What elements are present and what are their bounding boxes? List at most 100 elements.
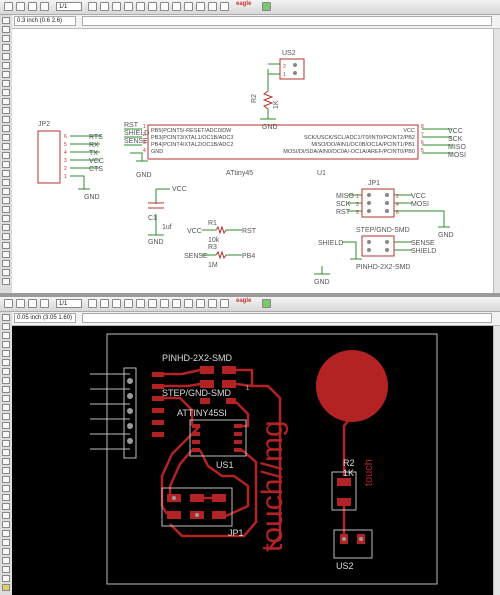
move-tool-icon[interactable]: [2, 350, 10, 357]
value-tool-icon[interactable]: [2, 161, 10, 168]
miter-tool-icon[interactable]: [2, 485, 10, 492]
save-icon[interactable]: [16, 2, 25, 11]
r1-symbol[interactable]: [215, 225, 227, 235]
touch-pad[interactable]: [316, 350, 388, 422]
add-tool-icon[interactable]: [2, 125, 10, 132]
paste-tool-icon[interactable]: [2, 107, 10, 114]
group-tool-icon[interactable]: [2, 386, 10, 393]
pinhd-symbol[interactable]: [361, 235, 395, 257]
arc-tool-icon[interactable]: [2, 233, 10, 240]
copy-tool-icon[interactable]: [2, 359, 10, 366]
jp1-symbol[interactable]: [361, 188, 395, 218]
print-icon[interactable]: [28, 299, 37, 308]
invoke-tool-icon[interactable]: [2, 197, 10, 204]
jp2-symbol[interactable]: [37, 130, 61, 184]
circle-tool-icon[interactable]: [2, 548, 10, 555]
schematic-scrollbar[interactable]: [493, 29, 500, 293]
zoom-fit-icon[interactable]: [124, 2, 133, 11]
command-line-input[interactable]: [82, 313, 492, 323]
change-tool-icon[interactable]: [2, 395, 10, 402]
stop-icon[interactable]: [208, 299, 217, 308]
name-tool-icon[interactable]: [2, 458, 10, 465]
zoom-select-icon[interactable]: [172, 299, 181, 308]
board-icon[interactable]: [88, 2, 97, 11]
wire-tool-icon[interactable]: [2, 530, 10, 537]
rotate-tool-icon[interactable]: [2, 80, 10, 87]
replace-tool-icon[interactable]: [2, 143, 10, 150]
miter-tool-icon[interactable]: [2, 179, 10, 186]
show-tool-icon[interactable]: [2, 323, 10, 330]
copy-tool-icon[interactable]: [2, 62, 10, 69]
delete-tool-icon[interactable]: [2, 413, 10, 420]
board-canvas[interactable]: PINHD-2X2-SMD STEP/GND-SMD ATTINY45SI US…: [12, 326, 494, 595]
drc-tool-icon[interactable]: [2, 584, 10, 591]
text-tool-icon[interactable]: [2, 539, 10, 546]
ripup-tool-icon[interactable]: [2, 521, 10, 528]
us2-footprint[interactable]: [333, 529, 373, 559]
group-tool-icon[interactable]: [2, 89, 10, 96]
help-icon[interactable]: [262, 2, 271, 11]
rotate-tool-icon[interactable]: [2, 377, 10, 384]
mark-tool-icon[interactable]: [2, 341, 10, 348]
pinswap-tool-icon[interactable]: [2, 134, 10, 141]
delete-tool-icon[interactable]: [2, 116, 10, 123]
junction-tool-icon[interactable]: [2, 278, 10, 285]
open-icon[interactable]: [4, 299, 13, 308]
r3-symbol[interactable]: [215, 250, 227, 260]
split-tool-icon[interactable]: [2, 494, 10, 501]
mirror-tool-icon[interactable]: [2, 368, 10, 375]
smash-tool-icon[interactable]: [2, 476, 10, 483]
script-icon[interactable]: [100, 299, 109, 308]
circle-tool-icon[interactable]: [2, 224, 10, 231]
mirror-tool-icon[interactable]: [2, 71, 10, 78]
change-tool-icon[interactable]: [2, 98, 10, 105]
cam-icon[interactable]: [40, 299, 49, 308]
add-tool-icon[interactable]: [2, 422, 10, 429]
undo-icon[interactable]: [184, 299, 193, 308]
display-tool-icon[interactable]: [2, 35, 10, 42]
pinswap-tool-icon[interactable]: [2, 431, 10, 438]
stop-icon[interactable]: [208, 2, 217, 11]
info-tool-icon[interactable]: [2, 17, 10, 24]
sheet-select[interactable]: 1/1: [56, 299, 82, 308]
show-tool-icon[interactable]: [2, 26, 10, 33]
name-tool-icon[interactable]: [2, 152, 10, 159]
undo-icon[interactable]: [184, 2, 193, 11]
rect-tool-icon[interactable]: [2, 242, 10, 249]
split-tool-icon[interactable]: [2, 188, 10, 195]
zoom-in-icon[interactable]: [136, 2, 145, 11]
value-tool-icon[interactable]: [2, 467, 10, 474]
r2-symbol[interactable]: [262, 90, 274, 110]
schematic-icon[interactable]: [88, 299, 97, 308]
text-tool-icon[interactable]: [2, 215, 10, 222]
open-icon[interactable]: [4, 2, 13, 11]
zoom-redraw-icon[interactable]: [160, 2, 169, 11]
zoom-out-icon[interactable]: [148, 2, 157, 11]
optimize-tool-icon[interactable]: [2, 503, 10, 510]
print-icon[interactable]: [28, 2, 37, 11]
help-icon[interactable]: [262, 299, 271, 308]
zoom-fit-icon[interactable]: [124, 299, 133, 308]
net-tool-icon[interactable]: [2, 269, 10, 276]
paste-tool-icon[interactable]: [2, 404, 10, 411]
display-tool-icon[interactable]: [2, 332, 10, 339]
mark-tool-icon[interactable]: [2, 44, 10, 51]
jp2-footprint[interactable]: [90, 367, 137, 459]
board-scrollbar[interactable]: [493, 326, 500, 595]
save-icon[interactable]: [16, 299, 25, 308]
zoom-out-icon[interactable]: [148, 299, 157, 308]
zoom-in-icon[interactable]: [136, 299, 145, 308]
run-icon[interactable]: [112, 299, 121, 308]
sheet-select[interactable]: 1/1: [56, 2, 82, 11]
route-tool-icon[interactable]: [2, 512, 10, 519]
via-tool-icon[interactable]: [2, 575, 10, 582]
bus-tool-icon[interactable]: [2, 260, 10, 267]
redo-icon[interactable]: [196, 299, 205, 308]
rect-tool-icon[interactable]: [2, 557, 10, 564]
schematic-canvas[interactable]: US2 2 1 R2 1K GND JP2 6 5 4 3 2 1 RTS RX…: [12, 29, 494, 293]
zoom-redraw-icon[interactable]: [160, 299, 169, 308]
redo-icon[interactable]: [196, 2, 205, 11]
go-icon[interactable]: [220, 299, 229, 308]
cam-icon[interactable]: [40, 2, 49, 11]
info-tool-icon[interactable]: [2, 314, 10, 321]
